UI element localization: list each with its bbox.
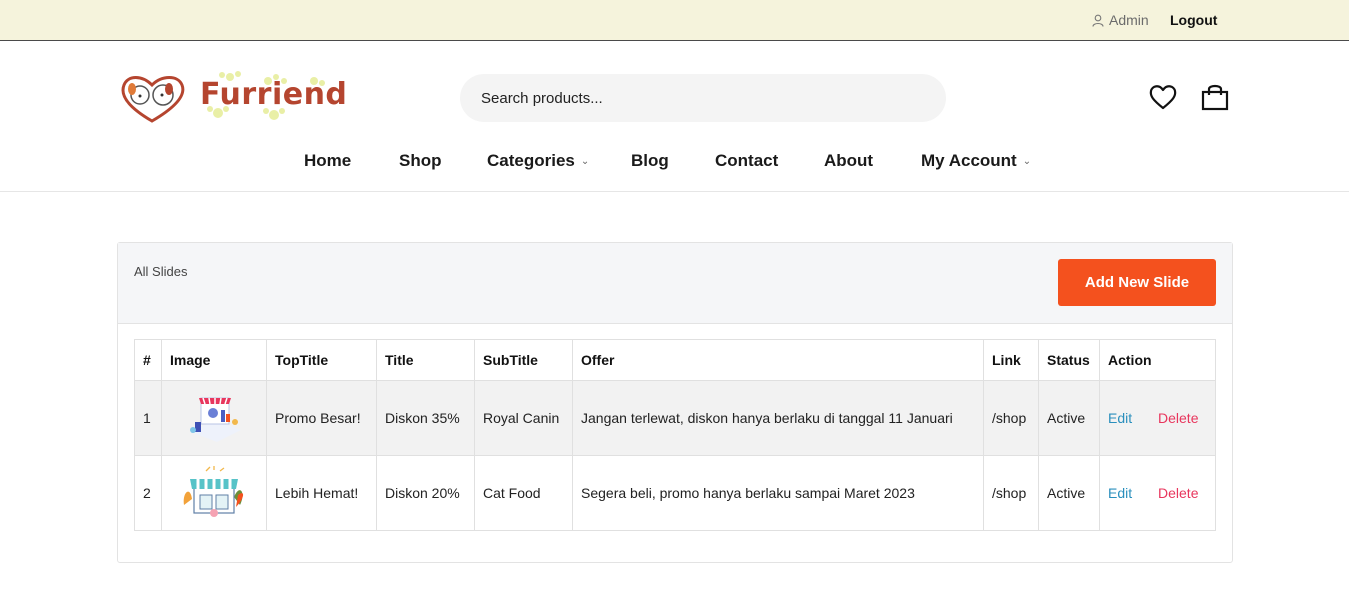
row-image — [161, 455, 267, 531]
row-title: Diskon 20% — [376, 455, 475, 531]
nav-item-my-account[interactable]: My Account ⌄ — [921, 151, 1031, 171]
nav-item-label: Shop — [399, 151, 442, 170]
column-header: TopTitle — [266, 339, 377, 381]
nav-item-label: My Account — [921, 151, 1017, 170]
slides-card: All Slides Add New Slide # Image TopTitl… — [117, 242, 1233, 563]
nav-item-shop[interactable]: Shop — [399, 151, 442, 171]
column-header: SubTitle — [474, 339, 573, 381]
nav-item-label: Home — [304, 151, 352, 170]
row-subtitle: Cat Food — [474, 455, 573, 531]
admin-link[interactable]: Admin — [1092, 12, 1149, 28]
row-actions: Edit Delete — [1099, 380, 1216, 456]
top-bar: Admin Logout — [0, 0, 1349, 41]
row-subtitle: Royal Canin — [474, 380, 573, 456]
nav-item-categories[interactable]: Categories ⌄ — [487, 151, 589, 171]
delete-link[interactable]: Delete — [1158, 485, 1198, 501]
column-header: # — [134, 339, 162, 381]
site-header: Furriend Home Shop Categories ⌄ Blog Con… — [0, 41, 1349, 192]
user-icon — [1092, 14, 1104, 27]
slides-table: # Image TopTitle Title SubTitle Offer Li… — [134, 339, 1216, 531]
row-offer: Segera beli, promo hanya berlaku sampai … — [572, 455, 984, 531]
edit-link[interactable]: Edit — [1108, 410, 1132, 426]
nav-item-label: Contact — [715, 151, 779, 170]
edit-link[interactable]: Edit — [1108, 485, 1132, 501]
card-header: All Slides Add New Slide — [118, 243, 1232, 324]
logo-text: Furriend — [200, 77, 348, 112]
promo-store-illustration-icon — [190, 397, 241, 442]
column-header: Action — [1099, 339, 1216, 381]
admin-label: Admin — [1109, 12, 1149, 28]
column-header: Image — [161, 339, 267, 381]
row-offer: Jangan terlewat, diskon hanya berlaku di… — [572, 380, 984, 456]
shopping-bag-icon[interactable] — [1201, 83, 1229, 116]
nav-item-label: Blog — [631, 151, 669, 170]
column-header: Offer — [572, 339, 984, 381]
add-new-slide-button[interactable]: Add New Slide — [1058, 259, 1216, 306]
row-status: Active — [1038, 455, 1100, 531]
heart-icon[interactable] — [1149, 84, 1177, 115]
row-number: 2 — [134, 455, 162, 531]
row-toptitle: Promo Besar! — [266, 380, 377, 456]
chevron-down-icon: ⌄ — [1022, 155, 1032, 167]
row-link: /shop — [983, 455, 1039, 531]
nav-item-contact[interactable]: Contact — [715, 151, 778, 171]
nav-item-label: Categories — [487, 151, 575, 170]
chevron-down-icon: ⌄ — [580, 155, 590, 167]
nav-item-label: About — [824, 151, 874, 170]
search-input[interactable] — [460, 74, 946, 122]
nav-item-home[interactable]: Home — [304, 151, 351, 171]
column-header: Title — [376, 339, 475, 381]
logo[interactable]: Furriend — [118, 69, 347, 125]
row-link: /shop — [983, 380, 1039, 456]
main-nav: Home Shop Categories ⌄ Blog Contact Abou… — [0, 151, 1349, 173]
table-header-row: # Image TopTitle Title SubTitle Offer Li… — [134, 339, 1216, 381]
row-image — [161, 380, 267, 456]
card-title: All Slides — [134, 264, 188, 279]
column-header: Link — [983, 339, 1039, 381]
nav-item-about[interactable]: About — [824, 151, 873, 171]
logout-link[interactable]: Logout — [1170, 12, 1217, 28]
delete-link[interactable]: Delete — [1158, 410, 1198, 426]
row-toptitle: Lebih Hemat! — [266, 455, 377, 531]
table-row: 1 Promo Besar! Diskon 35% Royal Canin Ja… — [134, 380, 1216, 456]
table-row: 2 Lebih Hemat! Diskon 20% Cat Food Seger… — [134, 455, 1216, 531]
row-title: Diskon 35% — [376, 380, 475, 456]
row-number: 1 — [134, 380, 162, 456]
row-actions: Edit Delete — [1099, 455, 1216, 531]
nav-item-blog[interactable]: Blog — [631, 151, 669, 171]
storefront-illustration-icon — [183, 466, 244, 517]
column-header: Status — [1038, 339, 1100, 381]
row-status: Active — [1038, 380, 1100, 456]
